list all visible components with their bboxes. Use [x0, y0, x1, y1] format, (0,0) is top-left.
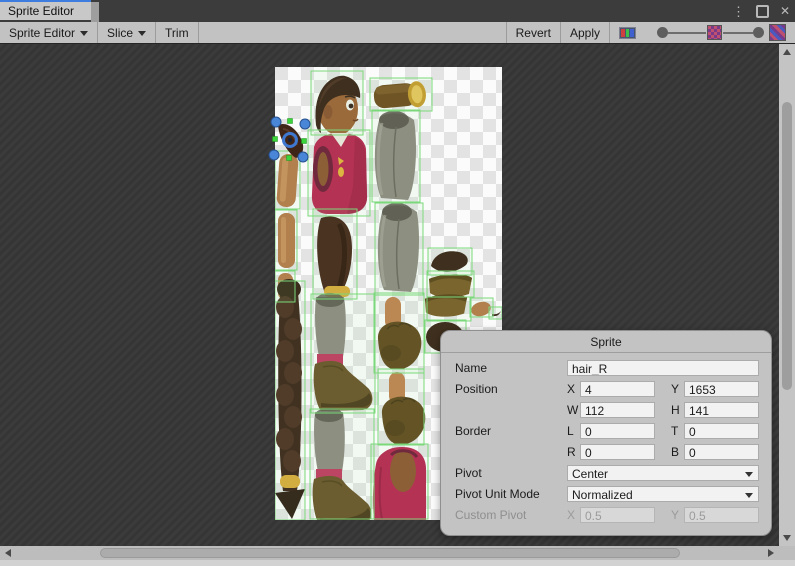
toolbar-left-group: Sprite Editor Slice Trim	[0, 22, 199, 43]
tab-bar: Sprite Editor ⋮ ✕	[0, 0, 795, 22]
border-t-field[interactable]: 0	[684, 423, 759, 439]
scroll-down-icon[interactable]	[783, 535, 791, 541]
border-r-field[interactable]: 0	[580, 444, 655, 460]
mipmap-icon	[769, 24, 786, 41]
chevron-down-icon	[745, 472, 753, 477]
pivot-dropdown[interactable]: Center	[567, 465, 759, 481]
tab-title: Sprite Editor	[8, 4, 74, 18]
tab-well	[91, 2, 99, 22]
position-label: Position	[455, 382, 567, 396]
border-l-field[interactable]: 0	[580, 423, 655, 439]
tab-sprite-editor[interactable]: Sprite Editor	[0, 0, 91, 20]
vertical-scrollbar[interactable]	[779, 44, 795, 546]
toolbar-right-group: Revert Apply	[506, 22, 795, 43]
close-icon[interactable]: ✕	[780, 5, 790, 17]
custom-pivot-y-label: Y	[671, 508, 684, 522]
slice-dropdown-button[interactable]: Slice	[98, 22, 156, 43]
chevron-down-icon	[745, 493, 753, 498]
mip-slider-track[interactable]	[723, 32, 753, 34]
sprite-editor-mode-label: Sprite Editor	[9, 26, 75, 40]
scroll-up-icon[interactable]	[783, 49, 791, 55]
pivot-unit-mode-value: Normalized	[572, 488, 633, 502]
preview-sliders	[645, 22, 795, 43]
name-field[interactable]: hair_R	[567, 360, 759, 376]
scroll-right-icon[interactable]	[768, 549, 774, 557]
sprite-editor-window: Sprite Editor ⋮ ✕ Sprite Editor Slice Tr…	[0, 0, 795, 566]
l-label: L	[567, 424, 580, 438]
pivot-label: Pivot	[455, 466, 567, 480]
b-label: B	[671, 445, 684, 459]
custom-pivot-x-label: X	[567, 508, 580, 522]
x-label: X	[567, 382, 580, 396]
h-label: H	[671, 403, 684, 417]
position-x-field[interactable]: 4	[580, 381, 655, 397]
panel-title: Sprite	[441, 331, 771, 353]
vertical-scrollbar-thumb[interactable]	[782, 102, 792, 390]
chevron-down-icon	[138, 31, 146, 36]
position-y-field[interactable]: 1653	[684, 381, 759, 397]
t-label: T	[671, 424, 684, 438]
height-field[interactable]: 141	[684, 402, 759, 418]
pivot-unit-mode-label: Pivot Unit Mode	[455, 487, 567, 501]
chevron-down-icon	[80, 31, 88, 36]
y-label: Y	[671, 382, 684, 396]
horizontal-scrollbar[interactable]	[0, 546, 795, 560]
window-menu-icon[interactable]: ⋮	[732, 5, 745, 18]
alpha-slider-handle[interactable]	[657, 27, 668, 38]
border-b-field[interactable]: 0	[684, 444, 759, 460]
custom-pivot-label: Custom Pivot	[455, 508, 567, 522]
sprite-editor-mode-dropdown[interactable]: Sprite Editor	[0, 22, 98, 43]
trim-label: Trim	[165, 26, 189, 40]
horizontal-scrollbar-thumb[interactable]	[100, 548, 680, 558]
revert-label: Revert	[516, 26, 551, 40]
pivot-value: Center	[572, 467, 608, 481]
r-label: R	[567, 445, 580, 459]
sprite-selection-gizmo	[269, 117, 310, 162]
texture-preview-icon	[707, 25, 722, 40]
width-field[interactable]: 112	[580, 402, 655, 418]
slice-label: Slice	[107, 26, 133, 40]
maximize-icon[interactable]	[756, 5, 769, 18]
alpha-slider-track[interactable]	[668, 32, 706, 34]
trim-button[interactable]: Trim	[156, 22, 199, 43]
color-channel-toggle[interactable]	[609, 22, 645, 43]
scroll-left-icon[interactable]	[5, 549, 11, 557]
sprite-inspector-panel: Sprite Name hair_R Position X 4 Y 1653	[440, 330, 772, 536]
toolbar: Sprite Editor Slice Trim Revert Apply	[0, 22, 795, 44]
apply-label: Apply	[570, 26, 600, 40]
apply-button[interactable]: Apply	[560, 22, 609, 43]
w-label: W	[567, 403, 580, 417]
name-label: Name	[455, 361, 567, 375]
window-bottom-edge	[0, 560, 795, 566]
pivot-unit-mode-dropdown[interactable]: Normalized	[567, 486, 759, 502]
mip-slider-handle[interactable]	[753, 27, 764, 38]
window-controls: ⋮ ✕	[732, 0, 790, 22]
custom-pivot-x-field: 0.5	[580, 507, 655, 523]
rgb-channels-icon	[619, 27, 636, 39]
border-label: Border	[455, 424, 567, 438]
custom-pivot-y-field: 0.5	[684, 507, 759, 523]
revert-button[interactable]: Revert	[506, 22, 560, 43]
toolbar-spacer	[199, 22, 506, 43]
